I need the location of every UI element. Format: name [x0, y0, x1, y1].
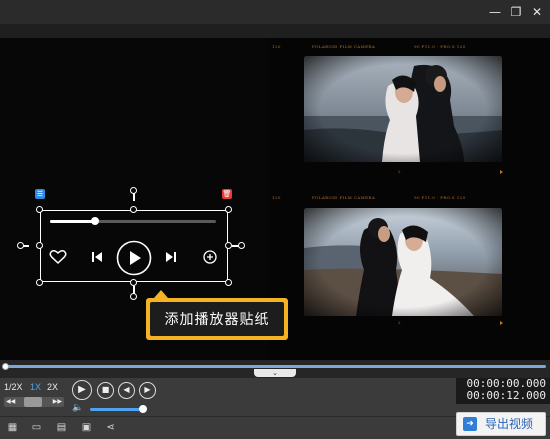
speed-half[interactable]: 1/2X: [4, 382, 23, 392]
timeline-playhead[interactable]: [2, 363, 9, 370]
flip-handle-right[interactable]: [238, 242, 245, 249]
open-folder-icon[interactable]: ▭: [30, 421, 43, 434]
play-button[interactable]: ▶: [72, 380, 92, 400]
flip-handle[interactable]: [130, 293, 137, 300]
volume-knob[interactable]: [139, 405, 147, 413]
film-frame-number: 2: [398, 320, 401, 325]
film-label-left: 120: [272, 195, 281, 200]
close-icon[interactable]: ✕: [528, 3, 546, 21]
speed-slider[interactable]: ◀◀ ▶▶: [4, 397, 64, 407]
save-as-icon[interactable]: ▣: [80, 421, 93, 434]
flip-handle-left[interactable]: [17, 242, 24, 249]
resize-handle-left[interactable]: [36, 242, 43, 249]
speed-up-icon[interactable]: ▶▶: [53, 397, 62, 407]
total-time: 00:00:12.000: [466, 389, 546, 402]
collapse-toggle-icon[interactable]: ⌄: [254, 369, 296, 377]
minimize-icon[interactable]: —: [486, 3, 504, 21]
speed-slider-thumb[interactable]: [24, 397, 42, 407]
save-icon[interactable]: ▤: [55, 421, 68, 434]
resize-handle-top-right[interactable]: [225, 206, 232, 213]
add-icon: [203, 250, 217, 264]
resize-handle-bottom-right[interactable]: [225, 279, 232, 286]
restore-icon[interactable]: ❐: [507, 3, 525, 21]
wedding-photo-bottom: [304, 208, 502, 316]
rotate-stem: [133, 193, 135, 201]
play-icon: [116, 240, 152, 276]
resize-handle-bottom-left[interactable]: [36, 279, 43, 286]
film-label-right: 90 F11.0 · PRO.S 120: [414, 44, 466, 49]
next-frame-button[interactable]: ▶: [139, 382, 156, 399]
stop-button[interactable]: ■: [97, 382, 114, 399]
film-label-left: 120: [272, 44, 281, 49]
previous-icon: [92, 252, 102, 262]
time-display: 00:00:00.000 00:00:12.000: [456, 378, 550, 404]
sticker-seekbar-fill: [50, 220, 95, 223]
resize-handle-right[interactable]: [225, 242, 232, 249]
speed-1x[interactable]: 1X: [30, 382, 41, 392]
volume-slider[interactable]: [90, 408, 142, 411]
rotate-handle[interactable]: [130, 187, 137, 194]
tooltip-text: 添加播放器贴纸: [150, 302, 284, 336]
export-video-button[interactable]: ➜ 导出视频: [456, 412, 546, 436]
timeline-track[interactable]: [4, 365, 546, 368]
title-bar: — ❐ ✕: [0, 0, 550, 24]
add-sticker-tooltip: 添加播放器贴纸: [146, 290, 288, 340]
share-icon[interactable]: ⋖: [104, 421, 117, 434]
volume-icon[interactable]: 🔈: [72, 403, 83, 413]
film-label-right: 90 F11.0 · PRO.S 120: [414, 195, 466, 200]
film-frame-number: 2: [398, 169, 401, 174]
heart-icon: [49, 250, 67, 265]
sticker-seekbar: [50, 217, 216, 225]
resize-handle-top[interactable]: [130, 206, 137, 213]
next-icon: [166, 252, 176, 262]
previous-frame-button[interactable]: ◀: [118, 382, 135, 399]
speed-down-icon[interactable]: ◀◀: [6, 397, 15, 407]
resize-handle-top-left[interactable]: [36, 206, 43, 213]
timeline[interactable]: ⌄: [0, 360, 550, 378]
resize-handle-bottom[interactable]: [130, 279, 137, 286]
film-label-center: POLAROID FILM CAMERA: [312, 44, 376, 49]
playback-controls: 1/2X 1X 2X ◀◀ ▶▶ ▶ ■ ◀ ▶ 🔈 00:00:00.000 …: [0, 378, 550, 416]
speed-2x[interactable]: 2X: [47, 382, 58, 392]
layer-icon[interactable]: ☰: [35, 189, 45, 199]
film-arrow-icon: [500, 170, 503, 174]
film-arrow-icon: [500, 321, 503, 325]
export-icon: ➜: [463, 417, 477, 431]
sticker-seekbar-knob: [90, 217, 99, 225]
export-label: 导出视频: [485, 417, 534, 431]
polaroid-film-strip: 120 POLAROID FILM CAMERA 90 F11.0 · PRO.…: [268, 38, 550, 360]
wedding-photo-top: [304, 56, 502, 162]
delete-icon[interactable]: 🗑: [222, 189, 232, 199]
film-label-center: POLAROID FILM CAMERA: [312, 195, 376, 200]
new-project-icon[interactable]: ▦: [6, 421, 19, 434]
